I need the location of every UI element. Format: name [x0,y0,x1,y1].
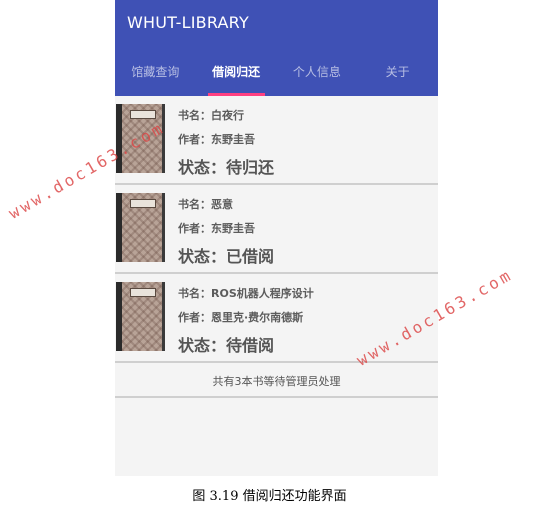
tab-borrow-return[interactable]: 借阅归还 [196,58,277,96]
book-status: 状态：待借阅 [178,336,275,355]
book-cover-image [116,282,165,351]
app-title: WHUT-LIBRARY [127,13,249,32]
book-status: 状态：待归还 [178,158,275,177]
tab-collection-search[interactable]: 馆藏查询 [115,58,196,96]
book-author: 作者：恩里克·费尔南德斯 [178,311,304,324]
book-status: 状态：已借阅 [178,247,275,266]
phone-screen: WHUT-LIBRARY 馆藏查询 借阅归还 个人信息 关于 书名：白夜行 作者… [115,0,438,476]
book-title: 书名：白夜行 [178,109,244,122]
book-title: 书名：ROS机器人程序设计 [178,287,314,300]
book-cover-image [116,193,165,262]
book-author: 作者：东野圭吾 [178,222,255,235]
app-bar: WHUT-LIBRARY 馆藏查询 借阅归还 个人信息 关于 [115,0,438,96]
tab-bar: 馆藏查询 借阅归还 个人信息 关于 [115,58,438,96]
book-list-item[interactable]: 书名：白夜行 作者：东野圭吾 状态：待归还 [115,96,438,185]
tab-personal-info[interactable]: 个人信息 [277,58,358,96]
figure-caption: 图 3.19 借阅归还功能界面 [192,489,347,504]
pending-summary: 共有3本书等待管理员处理 [115,366,438,398]
book-author: 作者：东野圭吾 [178,133,255,146]
book-list-item[interactable]: 书名：恶意 作者：东野圭吾 状态：已借阅 [115,185,438,274]
tab-about[interactable]: 关于 [357,58,438,96]
book-title: 书名：恶意 [178,198,233,211]
